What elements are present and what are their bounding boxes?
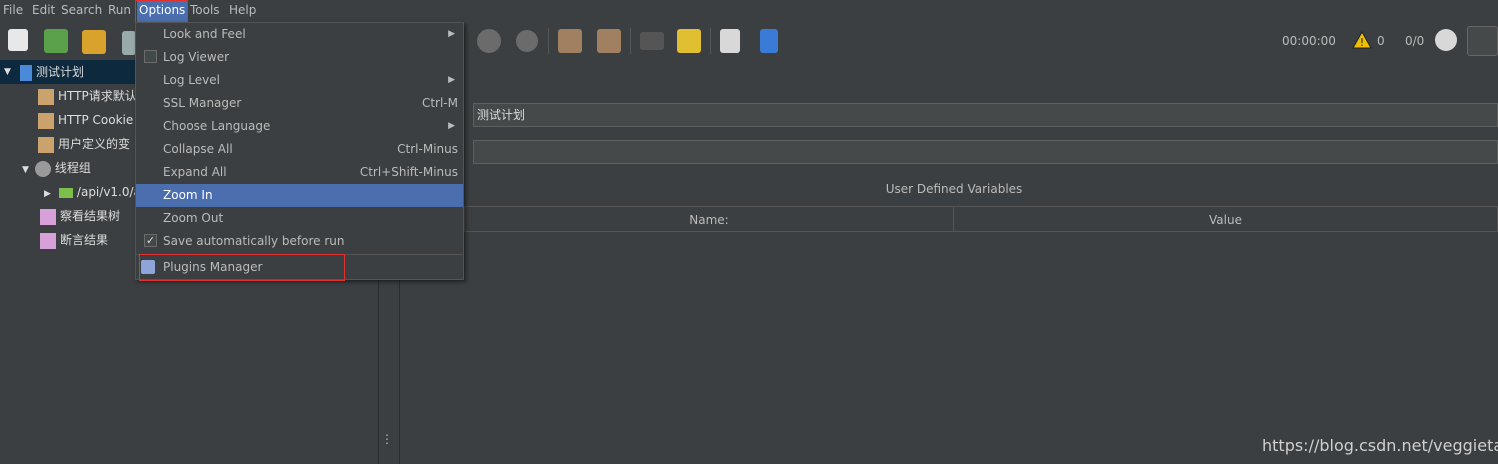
tree-label: HTTP请求默认 [58,89,137,103]
name-field[interactable]: 测试计划 [473,103,1498,127]
tree-label: 断言结果 [60,233,109,247]
tree-item-view-results[interactable]: 察看结果树 [40,204,120,228]
menu-search[interactable]: Search [61,0,102,22]
submenu-arrow-icon: ▶ [448,29,455,39]
tree-label: 线程组 [54,161,91,175]
elapsed-timer: 00:00:00 [1282,34,1336,48]
wrench-icon [38,112,54,129]
stop-icon[interactable] [477,29,501,53]
submenu-arrow-icon: ▶ [448,75,455,85]
listener-icon [40,232,56,249]
submenu-arrow-icon: ▶ [448,121,455,131]
plugins-manager-icon[interactable] [1467,26,1498,56]
user-defined-variables-title: User Defined Variables [885,182,1023,196]
wrench-icon [38,88,54,105]
menu-item-accelerator: Ctrl+Shift-Minus [359,165,458,179]
tree-item-user-vars[interactable]: 用户定义的变 [38,132,130,156]
wrench-icon [38,136,54,153]
collapse-arrow-icon[interactable]: ▼ [22,165,29,175]
gear-icon [34,160,51,177]
menu-item-log-level[interactable]: Log Level ▶ [136,69,463,92]
menu-options[interactable]: Options [137,0,188,22]
column-header-name[interactable]: Name: [464,206,954,232]
help-icon[interactable] [760,29,778,53]
menu-item-label: Plugins Manager [163,260,263,274]
tree-item-http-cookie[interactable]: HTTP Cookie [38,108,133,132]
tree-label: 用户定义的变 [58,137,131,151]
shutdown-icon[interactable] [516,30,538,52]
active-threads: 0/0 [1405,34,1425,48]
menu-item-plugins-manager[interactable]: Plugins Manager [136,256,463,279]
column-header-value[interactable]: Value [953,206,1498,232]
menu-item-zoom-in[interactable]: Zoom In [136,184,463,207]
grip-dots-icon[interactable]: ⋮ [381,432,393,446]
tree-label: 测试计划 [36,65,85,79]
menu-item-ssl-manager[interactable]: SSL Manager Ctrl-M [136,92,463,115]
broom-icon[interactable] [677,29,701,53]
menu-item-collapse-all[interactable]: Collapse All Ctrl-Minus [136,138,463,161]
watermark: https://blog.csdn.net/veggietaler [1262,436,1498,455]
toolbar-separator [548,28,549,54]
expand-arrow-icon[interactable]: ▶ [44,189,51,199]
menu-item-choose-language[interactable]: Choose Language ▶ [136,115,463,138]
listener-icon [40,208,56,225]
menu-edit[interactable]: Edit [32,0,55,22]
menu-item-label: SSL Manager [163,96,242,110]
tree-label: HTTP Cookie [58,113,134,127]
options-dropdown-menu: Look and Feel ▶ Log Viewer Log Level ▶ S… [135,22,464,280]
menu-run[interactable]: Run [108,0,131,22]
sampler-icon [58,187,73,198]
tree-item-thread-group[interactable]: ▼ 线程组 [22,156,91,180]
tree-item-sampler[interactable]: ▶ /api/v1.0/a [44,180,141,204]
clear-icon[interactable] [558,29,582,53]
save-icon[interactable] [122,31,136,55]
menu-item-label: Choose Language [163,119,271,133]
toolbar-separator [710,28,711,54]
menu-item-accelerator: Ctrl-Minus [397,142,458,156]
menu-help[interactable]: Help [229,0,256,22]
menu-item-log-viewer[interactable]: Log Viewer [136,46,463,69]
test-plan-icon [20,64,32,81]
menu-item-save-automatically[interactable]: ✓ Save automatically before run [136,230,463,253]
collapse-arrow-icon[interactable]: ▼ [4,60,11,84]
menu-item-label: Collapse All [163,142,233,156]
menu-item-label: Log Viewer [163,50,230,64]
menu-item-look-and-feel[interactable]: Look and Feel ▶ [136,23,463,46]
comments-field[interactable] [473,140,1498,164]
checkbox-unchecked-icon[interactable] [144,50,157,63]
menu-file[interactable]: File [3,0,23,22]
open-icon[interactable] [82,30,106,54]
templates-icon[interactable] [44,29,68,53]
plugins-manager-icon [141,260,155,274]
menu-item-expand-all[interactable]: Expand All Ctrl+Shift-Minus [136,161,463,184]
warning-icon[interactable]: ! [1352,31,1372,49]
menu-item-zoom-out[interactable]: Zoom Out [136,207,463,230]
menu-bar: File Edit Search Run Options Tools Help [0,0,1498,22]
checkbox-checked-icon[interactable]: ✓ [144,234,157,247]
remote-icon[interactable] [1435,29,1457,51]
clear-all-icon[interactable] [597,29,621,53]
tree-label: /api/v1.0/a [76,185,141,199]
function-helper-icon[interactable] [720,29,740,53]
svg-text:!: ! [1360,36,1364,49]
menu-item-label: Zoom In [163,188,213,202]
menu-separator [136,254,463,255]
toolbar-separator [630,28,631,54]
menu-item-label: Save automatically before run [163,234,345,248]
menu-item-accelerator: Ctrl-M [421,96,458,110]
menu-item-label: Expand All [163,165,227,179]
warning-count: 0 [1377,34,1385,48]
tree-label: 察看结果树 [60,209,121,223]
menu-tools[interactable]: Tools [190,0,220,22]
tree-item-assertion-results[interactable]: 断言结果 [40,228,108,252]
binoculars-icon[interactable] [640,32,664,50]
new-icon[interactable] [8,29,28,51]
menu-item-label: Log Level [163,73,220,87]
tree-item-http-defaults[interactable]: HTTP请求默认 [38,84,137,108]
menu-item-label: Zoom Out [163,211,224,225]
menu-item-label: Look and Feel [163,27,246,41]
